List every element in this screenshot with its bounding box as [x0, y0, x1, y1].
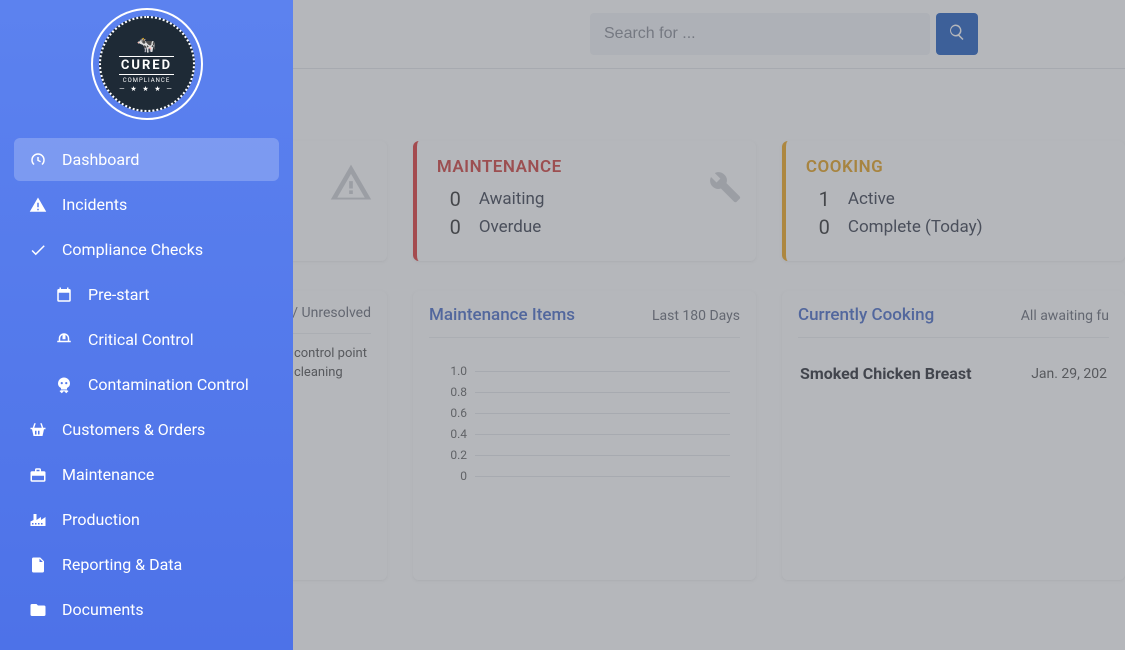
maintenance-card-title: MAINTENANCE: [437, 157, 736, 177]
maintenance-overdue-count: 0: [437, 215, 461, 239]
cooking-active-count: 1: [806, 187, 830, 211]
gauge-icon: [28, 151, 48, 169]
cooking-item-name: Smoked Chicken Breast: [800, 364, 972, 383]
skull-icon: [54, 376, 74, 394]
warning-icon: [329, 161, 373, 216]
maintenance-status-card[interactable]: MAINTENANCE 0 Awaiting 0 Overdue: [413, 141, 756, 261]
document-icon: [28, 556, 48, 574]
maintenance-awaiting-count: 0: [437, 187, 461, 211]
sidebar-item-label: Production: [62, 510, 140, 529]
cooking-item-row[interactable]: Smoked Chicken Breast Jan. 29, 202: [798, 350, 1109, 397]
sidebar-item-dashboard[interactable]: Dashboard: [14, 138, 279, 181]
maintenance-chart: 1.0 0.8 0.6 0.4 0.2 0: [429, 350, 740, 497]
search-wrap: [590, 13, 978, 55]
sidebar-item-critical-control[interactable]: Critical Control: [14, 318, 279, 361]
basket-icon: [28, 421, 48, 439]
cooking-card-title: COOKING: [806, 157, 1105, 177]
sidebar-item-label: Dashboard: [62, 150, 139, 169]
cooking-complete-count: 0: [806, 215, 830, 239]
sidebar-item-label: Incidents: [62, 195, 127, 214]
sidebar-item-label: Contamination Control: [88, 375, 249, 394]
sidebar-item-contamination-control[interactable]: Contamination Control: [14, 363, 279, 406]
sidebar-item-label: Maintenance: [62, 465, 154, 484]
sidebar-item-label: Customers & Orders: [62, 420, 205, 439]
sidebar-item-label: Pre-start: [88, 285, 150, 304]
search-button[interactable]: [936, 13, 978, 55]
sidebar-item-production[interactable]: Production: [14, 498, 279, 541]
sidebar-item-documents[interactable]: Documents: [14, 588, 279, 631]
maintenance-items-widget[interactable]: Maintenance Items Last 180 Days 1.0 0.8 …: [413, 291, 756, 580]
check-icon: [28, 241, 48, 259]
search-input[interactable]: [590, 13, 930, 55]
maintenance-overdue-label: Overdue: [479, 217, 541, 237]
sidebar-item-reporting-data[interactable]: Reporting & Data: [14, 543, 279, 586]
currently-cooking-widget[interactable]: Currently Cooking All awaiting fu Smoked…: [782, 291, 1125, 580]
y-tick: 0.6: [439, 406, 467, 420]
folder-icon: [28, 601, 48, 619]
maintenance-items-title: Maintenance Items: [429, 305, 575, 325]
sidebar-item-maintenance[interactable]: Maintenance: [14, 453, 279, 496]
search-icon: [948, 23, 966, 45]
cooking-widget-title: Currently Cooking: [798, 305, 934, 325]
sidebar-nav: Dashboard Incidents Compliance Checks Pr…: [0, 132, 293, 639]
sidebar-item-incidents[interactable]: Incidents: [14, 183, 279, 226]
maintenance-awaiting-label: Awaiting: [479, 189, 545, 209]
sidebar: 🐄 CURED COMPLIANCE — ★ ★ ★ — Dashboard I…: [0, 0, 293, 650]
y-tick: 0: [439, 469, 467, 483]
cooking-status-card[interactable]: COOKING 1 Active 0 Complete (Today): [782, 141, 1125, 261]
toolbox-icon: [28, 466, 48, 484]
calendar-icon: [54, 286, 74, 304]
wrench-icon: [698, 161, 742, 216]
sidebar-item-customers-orders[interactable]: Customers & Orders: [14, 408, 279, 451]
cooking-complete-label: Complete (Today): [848, 217, 983, 237]
sidebar-item-label: Compliance Checks: [62, 240, 203, 259]
y-tick: 0.4: [439, 427, 467, 441]
warning-triangle-icon: [28, 196, 48, 214]
cooking-active-label: Active: [848, 189, 895, 209]
sidebar-item-prestart[interactable]: Pre-start: [14, 273, 279, 316]
factory-icon: [28, 511, 48, 529]
sidebar-item-label: Reporting & Data: [62, 555, 182, 574]
cooking-widget-sub: All awaiting fu: [1021, 308, 1109, 324]
sidebar-item-compliance-checks[interactable]: Compliance Checks: [14, 228, 279, 271]
brand-logo[interactable]: 🐄 CURED COMPLIANCE — ★ ★ ★ —: [0, 0, 293, 132]
cooking-item-date: Jan. 29, 202: [1031, 366, 1107, 382]
y-tick: 0.8: [439, 385, 467, 399]
y-tick: 1.0: [439, 364, 467, 378]
sidebar-item-label: Critical Control: [88, 330, 194, 349]
sidebar-item-label: Documents: [62, 600, 144, 619]
y-tick: 0.2: [439, 448, 467, 462]
maintenance-items-sub: Last 180 Days: [652, 308, 740, 324]
hardhat-icon: [54, 331, 74, 349]
